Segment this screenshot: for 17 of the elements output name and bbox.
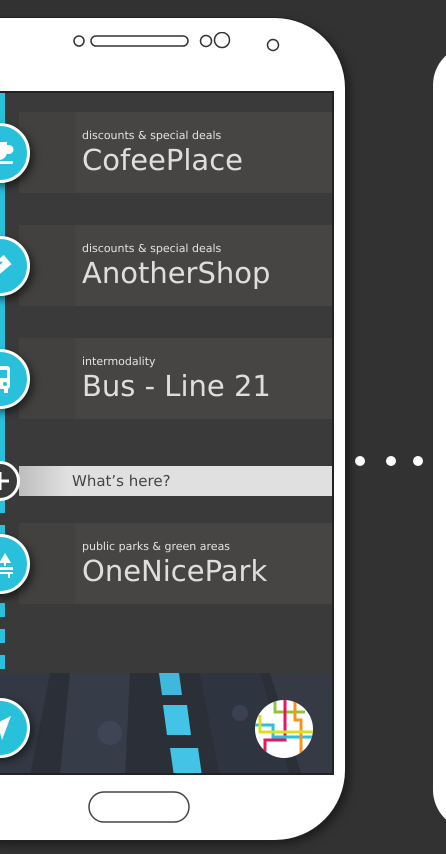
- place-name: OneNicePark: [82, 554, 268, 588]
- place-category: intermodality: [82, 354, 157, 368]
- place-name: AnotherShop: [82, 256, 270, 290]
- place-card[interactable]: discounts & special deals CofeePlace: [19, 112, 332, 193]
- place-card[interactable]: intermodality Bus - Line 21: [19, 338, 332, 419]
- place-name: CofeePlace: [82, 142, 243, 176]
- place-card[interactable]: public parks & green areas OneNicePark: [19, 523, 332, 604]
- place-category: discounts & special deals: [82, 128, 222, 142]
- place-category: public parks & green areas: [82, 540, 232, 554]
- search-placeholder: What’s here?: [72, 472, 171, 490]
- search-field[interactable]: What’s here?: [19, 466, 332, 496]
- home-button[interactable]: [88, 791, 190, 823]
- place-name: Bus - Line 21: [82, 368, 271, 402]
- place-category: discounts & special deals: [82, 242, 222, 256]
- pagination-dots-icon: [354, 455, 424, 467]
- camera-icon: [266, 38, 280, 52]
- place-card[interactable]: discounts & special deals AnotherShop: [19, 225, 332, 306]
